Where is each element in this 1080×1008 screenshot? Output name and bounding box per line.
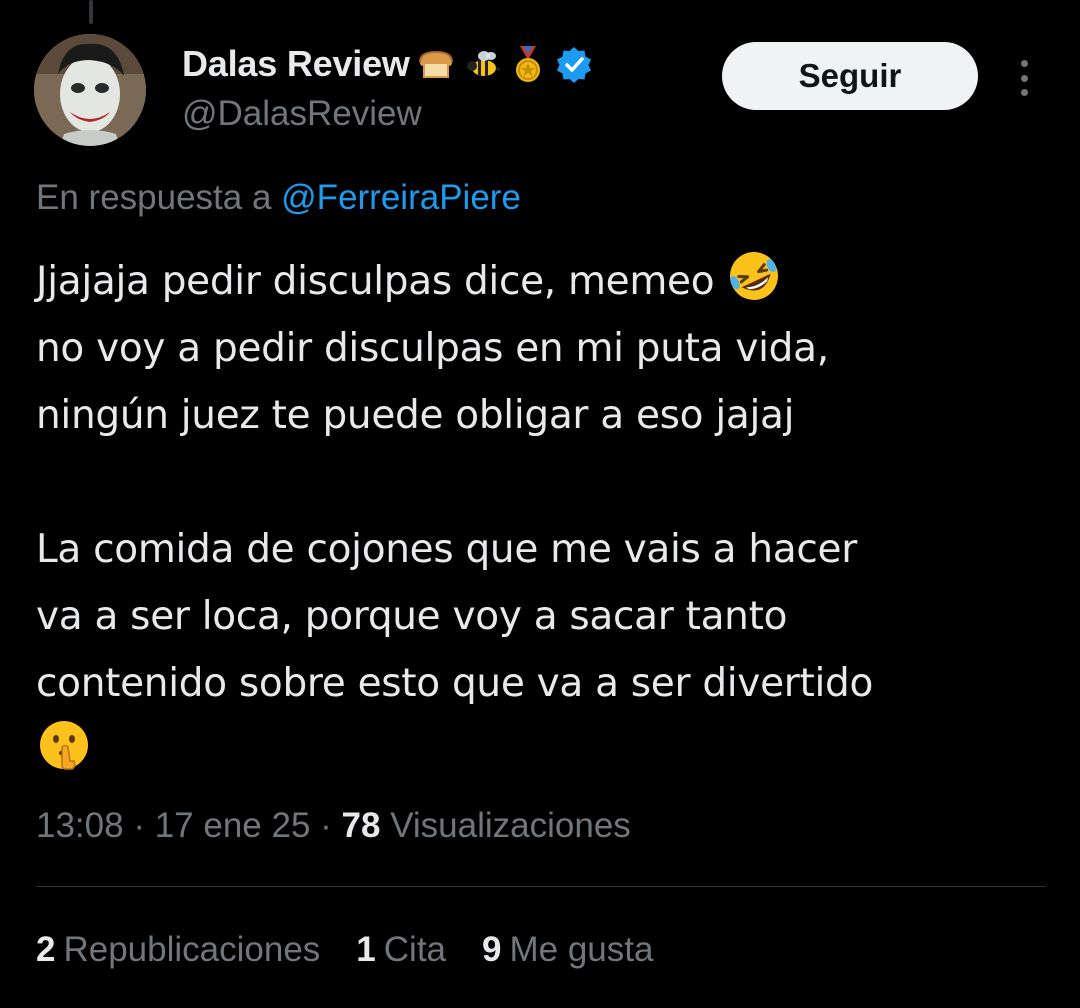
tweet-line-2: no voy a pedir disculpas en mi puta vida… bbox=[36, 326, 829, 371]
follow-button[interactable]: Seguir bbox=[722, 42, 978, 110]
views-count: 78 bbox=[341, 806, 381, 845]
likes-label: Me gusta bbox=[509, 930, 654, 969]
shushing-face-emoji-icon bbox=[36, 717, 92, 773]
tweet-time[interactable]: 13:08 bbox=[36, 806, 124, 845]
author-handle[interactable]: @DalasReview bbox=[182, 94, 422, 134]
tweet-line-1-text: Jjajaja pedir disculpas dice, memeo bbox=[36, 259, 715, 304]
tweet-line-3: ningún juez te puede obligar a eso jajaj bbox=[36, 393, 795, 438]
reposts-label: Republicaciones bbox=[63, 930, 321, 969]
author-name-row: Dalas Review bbox=[182, 40, 594, 88]
views-label: Visualizaciones bbox=[380, 806, 631, 845]
reposts-count: 2 bbox=[36, 930, 56, 969]
avatar-image bbox=[34, 34, 146, 146]
rolling-on-floor-laughing-emoji-icon bbox=[726, 248, 782, 304]
reply-prefix: En respuesta a bbox=[36, 178, 282, 217]
quotes-stat[interactable]: 1 Cita bbox=[356, 930, 446, 970]
likes-stat[interactable]: 9 Me gusta bbox=[482, 930, 653, 970]
quotes-label: Cita bbox=[383, 930, 447, 969]
tweet-meta: 13:08 · 17 ene 25 · 78 Visualizaciones bbox=[36, 806, 631, 846]
more-options-icon[interactable] bbox=[1008, 56, 1040, 100]
divider bbox=[36, 886, 1046, 887]
likes-count: 9 bbox=[482, 930, 502, 969]
medal-emoji-icon bbox=[508, 44, 548, 84]
more-dot bbox=[1020, 89, 1028, 96]
tweet-line-1: Jjajaja pedir disculpas dice, memeo bbox=[36, 248, 1060, 315]
engagement-stats: 2 Republicaciones 1 Cita 9 Me gusta bbox=[36, 930, 653, 970]
thread-connector-line bbox=[89, 0, 93, 24]
verified-badge-icon[interactable] bbox=[554, 44, 594, 84]
tweet-line-4: La comida de cojones que me vais a hacer bbox=[36, 527, 857, 572]
tweet-date[interactable]: 17 ene 25 bbox=[155, 806, 311, 845]
paragraph-break bbox=[36, 449, 1060, 516]
reposts-stat[interactable]: 2 Republicaciones bbox=[36, 930, 320, 970]
author-display-name[interactable]: Dalas Review bbox=[182, 43, 410, 85]
tweet-line-5: va a ser loca, porque voy a sacar tanto bbox=[36, 594, 788, 639]
reply-mention-link[interactable]: @FerreiraPiere bbox=[281, 178, 521, 217]
more-dot bbox=[1020, 74, 1028, 82]
tweet-line-7 bbox=[36, 717, 1060, 784]
tweet-line-6: contenido sobre esto que va a ser divert… bbox=[36, 661, 874, 706]
tweet-body: Jjajaja pedir disculpas dice, memeo no v… bbox=[36, 248, 1060, 784]
meta-separator: · bbox=[123, 806, 155, 845]
more-dot bbox=[1020, 60, 1028, 67]
reply-context: En respuesta a @FerreiraPiere bbox=[36, 178, 521, 218]
quotes-count: 1 bbox=[356, 930, 376, 969]
meta-separator: · bbox=[310, 806, 342, 845]
bread-emoji-icon bbox=[416, 44, 456, 84]
bee-emoji-icon bbox=[462, 44, 502, 84]
avatar[interactable] bbox=[34, 34, 146, 146]
